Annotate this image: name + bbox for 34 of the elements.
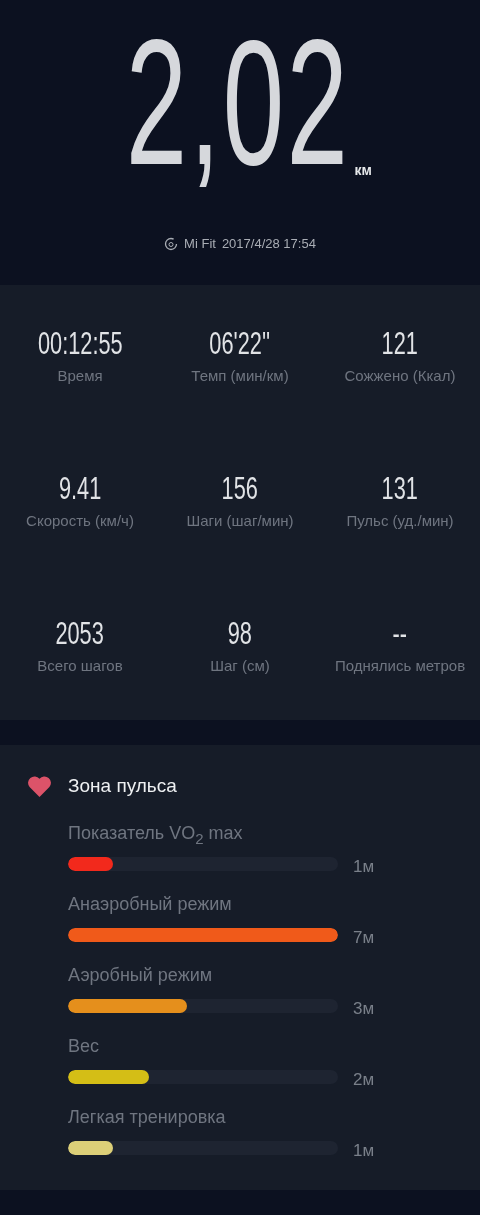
stat-value: 9.41 [58,470,102,506]
stat-value: 131 [381,470,419,506]
stat-value: 2053 [55,615,105,651]
stat-label: Скорость (км/ч) [26,512,134,529]
zone-duration: 2м [353,1070,375,1090]
stat-label: Шаги (шаг/мин) [186,512,294,529]
stat-value: 06'22'' [209,325,271,361]
stat-label: Всего шагов [37,657,123,674]
stat-label: Поднялись метров [334,657,466,674]
stat-label: Пульс (уд./мин) [346,512,454,529]
distance-value: 2,02 [125,14,351,192]
zone-label: Аэробный режим [68,965,214,987]
distance-unit: км [354,162,372,178]
zone-duration: 1м [353,857,375,877]
zone-label: Показатель VO$_{2}$ max [68,823,244,847]
stat-value: 00:12:55 [37,325,123,361]
stat-label: Темп (мин/км) [191,367,289,384]
zone-label: Легкая тренировка [68,1107,227,1129]
zone-duration: 1м [353,1141,375,1161]
section-title: Зона пульса [68,775,177,797]
stat-label: Время [57,367,103,384]
stat-value: 121 [381,325,419,361]
workout-datetime: 2017/4/28 17:54 [221,236,316,251]
source-app: Mi Fit [184,236,216,251]
stat-value: 98 [227,615,253,651]
stat-value: 156 [221,470,259,506]
zone-label: Вес [68,1036,101,1058]
zone-duration: 7м [353,928,375,948]
zone-duration: 3м [353,999,375,1019]
stat-label: Шаг (см) [210,657,270,674]
heart-icon [27,775,52,797]
stat-value: -- [392,615,408,651]
stat-label: Сожжено (Ккал) [344,367,456,384]
zone-label: Анаэробный режим [68,894,233,916]
